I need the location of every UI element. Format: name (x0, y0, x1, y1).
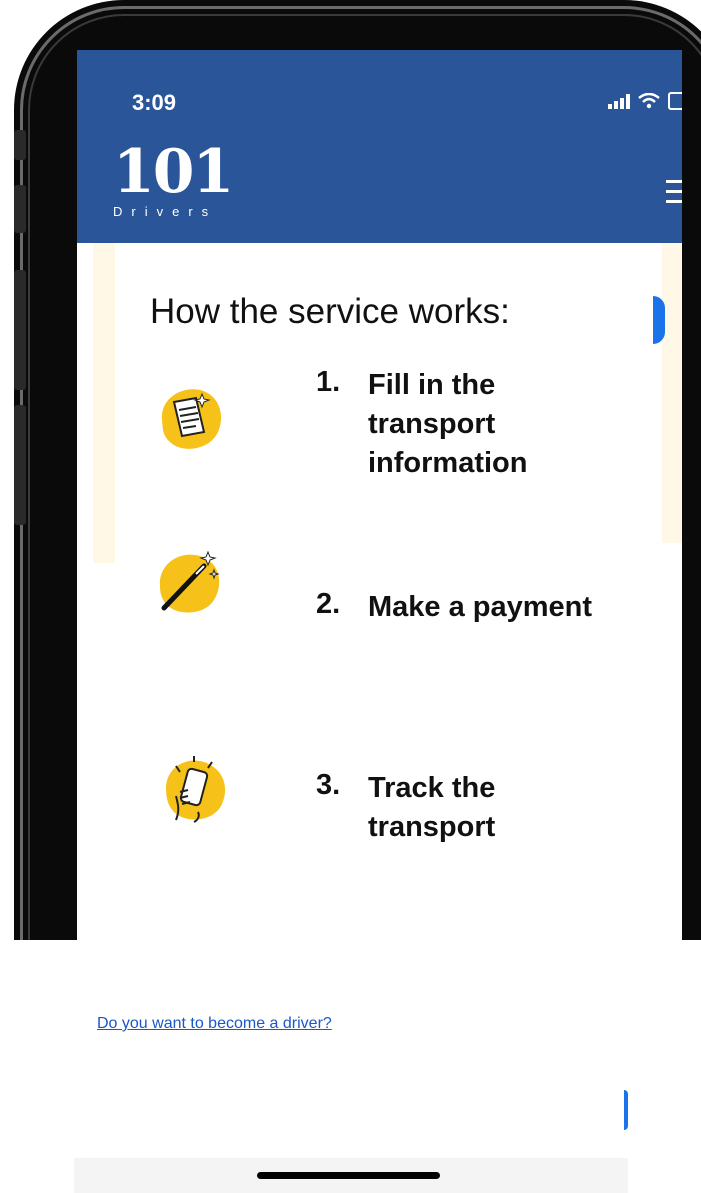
app-header: 3:09 101 Drivers (77, 50, 682, 243)
home-indicator[interactable] (257, 1172, 440, 1179)
partial-blue-button-bottom[interactable] (624, 1090, 628, 1130)
side-button (14, 185, 26, 233)
step-1-line-3: information (368, 447, 528, 479)
wifi-icon (638, 93, 660, 109)
step-2-line-1: Make a payment (368, 591, 593, 623)
bottom-bar (74, 1080, 628, 1193)
side-button (14, 130, 26, 160)
step-2-number: 2. (316, 588, 341, 620)
status-icons (608, 92, 682, 110)
step-1-number: 1. (316, 366, 341, 398)
logo-number: 101 (113, 137, 234, 207)
battery-icon (668, 92, 682, 110)
phone-frame: 3:09 101 Drivers (14, 0, 701, 940)
side-button (14, 270, 26, 390)
document-icon (161, 389, 222, 449)
step-3-text: Track the transport (368, 769, 495, 847)
partial-blue-button[interactable] (653, 296, 665, 344)
background-strip-right (662, 243, 682, 543)
step-3-line-1: Track the (368, 772, 496, 804)
magic-wand-icon (159, 550, 220, 613)
bottom-panel (74, 1080, 628, 1158)
step-2-text: Make a payment (368, 588, 592, 627)
step-1-line-1: Fill in the (368, 369, 496, 401)
app-logo[interactable]: 101 Drivers (113, 137, 234, 219)
step-1-text: Fill in the transport information (368, 366, 528, 483)
become-driver-link[interactable]: Do you want to become a driver? (97, 1015, 332, 1033)
section-title: How the service works: (150, 292, 510, 331)
step-3-line-2: transport (368, 811, 496, 843)
step-1-line-2: transport (368, 408, 496, 440)
side-button (14, 405, 26, 525)
logo-subtitle: Drivers (113, 204, 218, 219)
background-strip-left (93, 243, 115, 563)
phone-in-hand-icon (166, 756, 226, 823)
step-3-number: 3. (316, 769, 341, 801)
signal-icon (608, 93, 630, 109)
hamburger-menu-icon[interactable] (666, 180, 682, 210)
status-time: 3:09 (132, 90, 177, 115)
